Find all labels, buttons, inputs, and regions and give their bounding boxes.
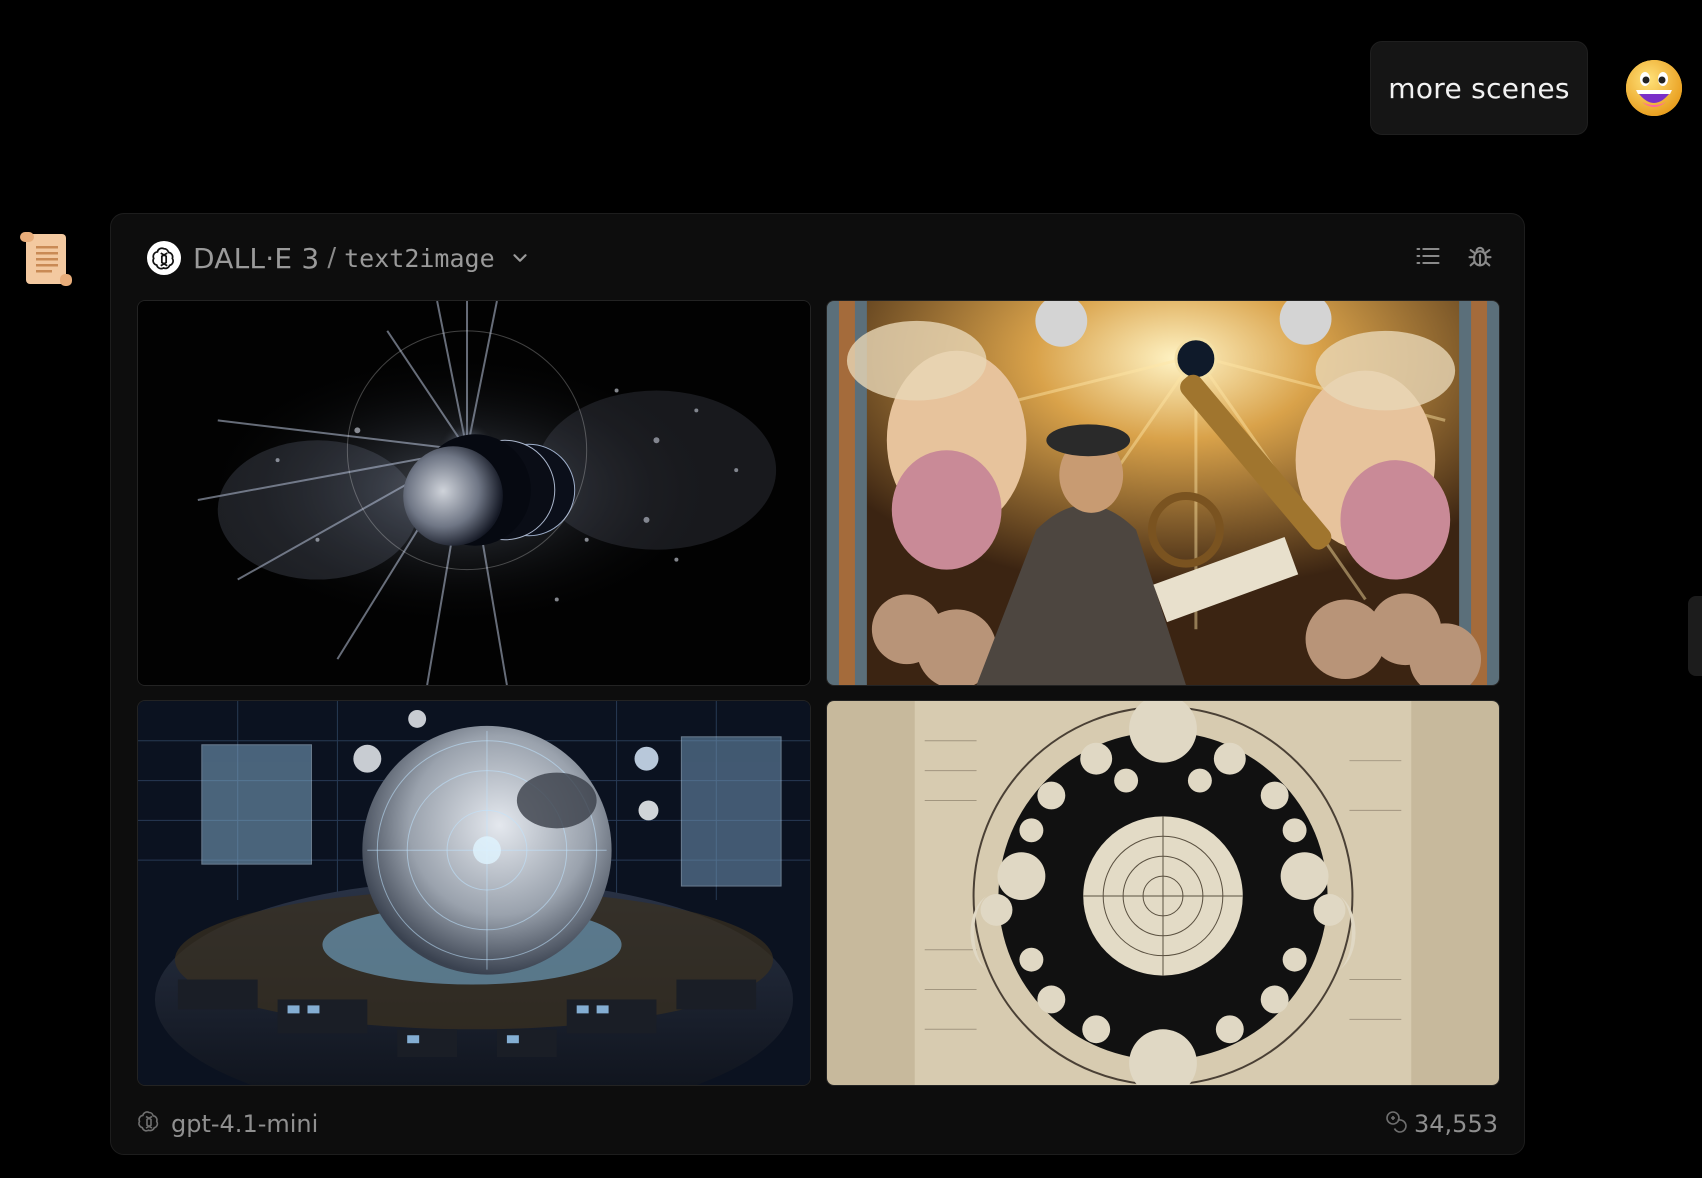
openai-logo-icon [137,1109,161,1139]
token-usage[interactable]: 34,553 [1384,1109,1498,1139]
list-icon[interactable] [1412,240,1444,272]
openai-logo-icon [147,241,181,275]
scroll-icon [16,228,76,290]
generated-image-2[interactable] [826,300,1500,686]
token-count: 34,553 [1414,1110,1498,1138]
plugin-api-name: text2image [344,243,495,273]
grinning-face-icon[interactable] [1624,58,1684,118]
generated-image-1[interactable] [137,300,811,686]
model-info: gpt-4.1-mini [137,1109,318,1139]
model-name: gpt-4.1-mini [171,1110,319,1138]
plugin-separator: / [327,243,337,273]
chevron-down-icon[interactable] [509,247,531,269]
plugin-header[interactable]: DALL·E 3 / text2image [147,238,531,278]
generated-image-3[interactable] [137,700,811,1086]
token-icon [1384,1109,1408,1139]
user-message-bubble: more scenes [1370,41,1588,135]
side-panel-handle[interactable] [1688,596,1702,676]
chat-page: more scenes DALL·E 3 / text2image gpt-4.… [0,0,1702,1178]
user-message-text: more scenes [1388,71,1570,105]
plugin-result-card: DALL·E 3 / text2image gpt-4.1-mini 34,55… [110,213,1525,1155]
generated-image-4[interactable] [826,700,1500,1086]
image-grid [137,300,1500,1086]
plugin-name: DALL·E 3 [193,241,320,275]
card-actions [1412,240,1496,272]
debug-bug-icon[interactable] [1464,240,1496,272]
card-footer: gpt-4.1-mini 34,553 [137,1104,1498,1144]
